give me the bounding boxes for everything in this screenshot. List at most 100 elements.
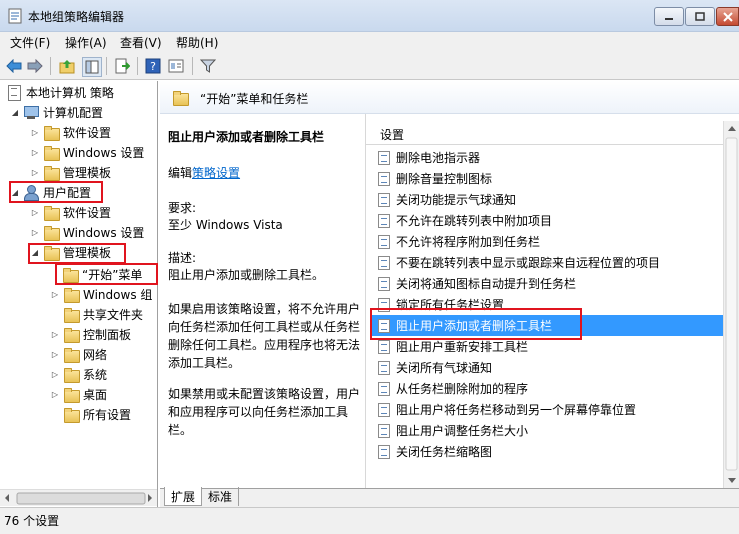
tree-node-network[interactable]: ▷ 网络 — [50, 345, 107, 363]
folder-icon — [43, 144, 60, 161]
setting-label: 不要在跳转列表中显示或跟踪来自远程位置的项目 — [396, 256, 661, 270]
setting-row[interactable]: 阻止用户将任务栏移动到另一个屏幕停靠位置 — [371, 399, 735, 420]
setting-row[interactable]: 删除音量控制图标 — [371, 168, 735, 189]
description-line: 栏。 — [168, 423, 193, 437]
description-line: 向任务栏添加任何工具栏或从任务栏 — [168, 320, 361, 334]
setting-row[interactable]: 不要在跳转列表中显示或跟踪来自远程位置的项目 — [371, 252, 735, 273]
expand-arrow-icon[interactable]: ▷ — [30, 228, 40, 237]
tab-bar — [160, 488, 739, 507]
tree-node-control-panel[interactable]: ▷ 控制面板 — [50, 325, 131, 343]
setting-row[interactable]: 从任务栏删除附加的程序 — [371, 378, 735, 399]
setting-label: 关闭所有气球通知 — [396, 361, 493, 375]
setting-row[interactable]: 关闭功能提示气球通知 — [371, 189, 735, 210]
up-folder-icon[interactable] — [58, 57, 76, 75]
expand-arrow-icon[interactable]: ▷ — [50, 390, 60, 399]
tree-label: 软件设置 — [63, 125, 112, 140]
folder-icon — [43, 124, 60, 141]
setting-row[interactable]: 不允许将程序附加到任务栏 — [371, 231, 735, 252]
tree-node-all-settings[interactable]: 所有设置 — [63, 405, 131, 423]
setting-row[interactable]: 删除电池指示器 — [371, 147, 735, 168]
collapse-arrow-icon[interactable]: ◢ — [10, 108, 20, 117]
policy-setting-icon — [378, 192, 390, 207]
tree-pane: 本地计算机 策略 ◢ 计算机配置 ▷ 软件设置 ▷ Windows 设置 ▷ 管… — [0, 81, 158, 507]
description-enabled: 如果启用该策略设置，将不允许用户 向任务栏添加任何工具栏或从任务栏 删除任何工具… — [168, 300, 360, 372]
forward-arrow-icon[interactable] — [26, 57, 44, 75]
setting-label: 关闭任务栏缩略图 — [396, 445, 493, 459]
expand-arrow-icon[interactable]: ▷ — [30, 168, 40, 177]
folder-icon — [63, 286, 80, 303]
maximize-button[interactable] — [685, 7, 715, 26]
show-tree-icon[interactable] — [82, 57, 102, 77]
policy-setting-icon — [378, 339, 390, 354]
tree-node-root[interactable]: 本地计算机 策略 — [6, 83, 114, 101]
expand-arrow-icon[interactable]: ▷ — [50, 290, 60, 299]
edit-policy-link[interactable]: 策略设置 — [192, 166, 240, 180]
description-label: 描述: — [168, 251, 197, 265]
folder-icon — [172, 89, 189, 106]
tree-label: Windows 组 — [83, 287, 153, 302]
properties-icon[interactable] — [167, 57, 185, 75]
setting-row[interactable]: 关闭任务栏缩略图 — [371, 441, 735, 462]
description-line: 删除任何工具栏。应用程序也将无法 — [168, 338, 361, 352]
menu-help[interactable]: 帮助(H) — [176, 34, 218, 51]
tree-node-system[interactable]: ▷ 系统 — [50, 365, 107, 383]
tree-node-uc-software[interactable]: ▷ 软件设置 — [30, 203, 111, 221]
tree-horizontal-scrollbar[interactable] — [0, 489, 157, 506]
tree-label: Windows 设置 — [63, 145, 145, 160]
tree-node-windows-components[interactable]: ▷ Windows 组 — [50, 285, 152, 303]
close-button[interactable] — [716, 7, 739, 26]
tab-standard[interactable]: 标准 — [202, 487, 240, 506]
policy-setting-icon — [378, 360, 390, 375]
menu-view[interactable]: 查看(V) — [120, 34, 162, 51]
menu-action[interactable]: 操作(A) — [65, 34, 107, 51]
setting-label: 从任务栏删除附加的程序 — [396, 382, 529, 396]
folder-icon — [43, 224, 60, 241]
settings-column-header[interactable]: 设置 — [366, 121, 739, 145]
tree-node-desktop[interactable]: ▷ 桌面 — [50, 385, 107, 403]
tree-label: 计算机配置 — [43, 105, 104, 120]
tree-node-uc-windows[interactable]: ▷ Windows 设置 — [30, 223, 144, 241]
expand-arrow-icon[interactable]: ▷ — [30, 148, 40, 157]
policy-setting-icon — [378, 234, 390, 249]
expand-arrow-icon[interactable]: ▷ — [50, 370, 60, 379]
highlight-box-user-config — [9, 181, 103, 203]
menu-file[interactable]: 文件(F) — [10, 34, 50, 51]
tree-label: 所有设置 — [83, 407, 132, 422]
back-arrow-icon[interactable] — [5, 57, 23, 75]
setting-label: 阻止用户调整任务栏大小 — [396, 424, 529, 438]
help-icon[interactable]: ? — [144, 57, 162, 75]
setting-row[interactable]: 阻止用户调整任务栏大小 — [371, 420, 735, 441]
window-title: 本地组策略编辑器 — [28, 10, 125, 24]
pane-divider[interactable] — [365, 114, 366, 488]
expand-arrow-icon[interactable]: ▷ — [30, 208, 40, 217]
filter-icon[interactable] — [199, 57, 217, 75]
setting-row[interactable]: 关闭所有气球通知 — [371, 357, 735, 378]
expand-arrow-icon[interactable]: ▷ — [50, 350, 60, 359]
policy-doc-icon — [6, 84, 22, 101]
tree-node-computer-config[interactable]: ◢ 计算机配置 — [10, 103, 103, 121]
tab-extended[interactable]: 扩展 — [164, 487, 203, 506]
setting-label: 关闭将通知图标自动提升到任务栏 — [396, 277, 577, 291]
status-bar — [0, 507, 739, 534]
highlight-box-selected-setting — [370, 308, 582, 340]
tree-label: 本地计算机 策略 — [26, 85, 114, 100]
folder-icon — [63, 366, 80, 383]
setting-label: 阻止用户将任务栏移动到另一个屏幕停靠位置 — [396, 403, 637, 417]
setting-label: 关闭功能提示气球通知 — [396, 193, 517, 207]
tree-node-shared-folders[interactable]: 共享文件夹 — [63, 305, 143, 323]
expand-arrow-icon[interactable]: ▷ — [30, 128, 40, 137]
export-list-icon[interactable] — [113, 57, 131, 75]
expand-arrow-icon[interactable]: ▷ — [50, 330, 60, 339]
menu-bar: 文件(F) 操作(A) 查看(V) 帮助(H) — [0, 32, 739, 52]
setting-row[interactable]: 关闭将通知图标自动提升到任务栏 — [371, 273, 735, 294]
minimize-button[interactable] — [654, 7, 684, 26]
tree-node-cc-software[interactable]: ▷ 软件设置 — [30, 123, 111, 141]
folder-icon — [63, 346, 80, 363]
setting-row[interactable]: 不允许在跳转列表中附加项目 — [371, 210, 735, 231]
tree-node-cc-admin[interactable]: ▷ 管理模板 — [30, 163, 111, 181]
description-value: 阻止用户添加或删除工具栏。 — [168, 268, 325, 282]
close-icon — [722, 11, 733, 22]
policy-setting-icon — [378, 276, 390, 291]
settings-vertical-scrollbar[interactable] — [723, 121, 739, 488]
tree-node-cc-windows[interactable]: ▷ Windows 设置 — [30, 143, 144, 161]
